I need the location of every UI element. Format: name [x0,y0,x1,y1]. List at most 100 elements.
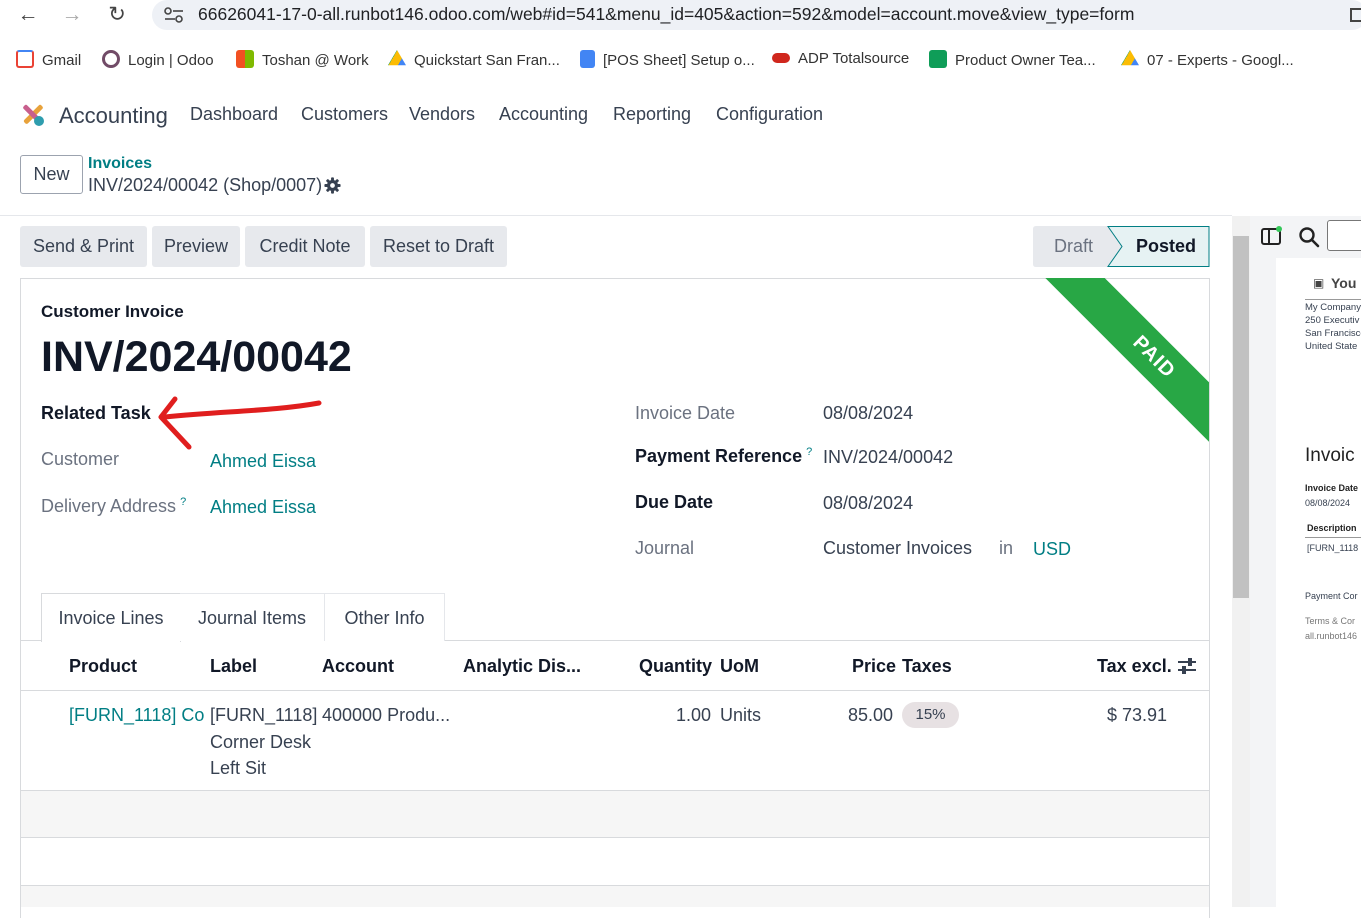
journal-field[interactable]: Customer Invoices [823,538,972,559]
tab-other-info[interactable]: Other Info [324,593,445,641]
status-posted-label: Posted [1136,236,1197,256]
preview-company-name: My Company [1305,302,1361,313]
bookmark-experts[interactable]: 07 - Experts - Googl... [1121,50,1294,69]
preview-domain: all.runbot146 [1305,631,1358,641]
delivery-address-field[interactable]: Ahmed Eissa [210,497,316,518]
gear-icon[interactable] [324,177,341,194]
back-icon[interactable]: ← [14,2,42,30]
column-uom[interactable]: UoM [720,656,759,677]
line-price[interactable]: 85.00 [848,705,893,726]
line-quantity[interactable]: 1.00 [676,705,711,726]
line-account[interactable]: 400000 Produ... [322,705,450,726]
column-tax-excl[interactable]: Tax excl. [1097,656,1172,677]
related-task-label: Related Task [41,403,151,423]
menu-accounting[interactable]: Accounting [499,104,588,125]
payment-reference-label: Payment Reference? [635,446,813,466]
preview-button[interactable]: Preview [152,226,240,267]
line-product[interactable]: [FURN_1118] Corı [69,705,204,726]
preview-logo-text: You [1331,275,1357,291]
empty-row [21,791,1209,837]
preview-date: 08/08/2024 [1305,498,1351,508]
bookmark-odoo-login[interactable]: Login | Odoo [102,50,214,69]
breadcrumb-invoices[interactable]: Invoices [88,155,152,173]
currency-field[interactable]: USD [1033,539,1071,560]
status-draft-label: Draft [1054,236,1094,256]
preview-company-city: San Francisco [1305,328,1361,339]
credit-note-button[interactable]: Credit Note [245,226,365,267]
menu-configuration[interactable]: Configuration [716,104,823,125]
paid-ribbon: PAID [1043,278,1209,468]
line-subtotal: $ 73.91 [1107,705,1168,725]
google-docs-icon [580,50,595,68]
url-text[interactable]: 66626041-17-0-all.runbot146.odoo.com/web… [198,4,1134,25]
line-label-3[interactable]: Left Sit [210,758,266,779]
customer-field[interactable]: Ahmed Eissa [210,451,316,472]
form-scrollbar-thumb[interactable] [1233,236,1249,598]
odoo-navbar: Accounting Dashboard Customers Vendors A… [0,92,1361,138]
bookmark-adp[interactable]: ADP Totalsource [772,50,909,67]
breadcrumb-current: INV/2024/00042 (Shop/0007) [88,175,323,195]
preview-payment: Payment Cor [1305,591,1358,601]
google-sheets-icon [929,50,947,68]
microsoft-icon [236,50,254,68]
menu-dashboard[interactable]: Dashboard [190,104,278,125]
bookmarks-bar: Gmail Login | Odoo Toshan @ Work Quickst… [0,44,1361,74]
address-bar[interactable]: 66626041-17-0-all.runbot146.odoo.com/web… [152,0,1361,30]
preview-page-input[interactable] [1327,220,1361,251]
send-print-button[interactable]: Send & Print [20,226,147,267]
due-date-field[interactable]: 08/08/2024 [823,493,913,514]
bookmark-product-owner[interactable]: Product Owner Tea... [929,50,1096,69]
bookmark-pos-sheet[interactable]: [POS Sheet] Setup o... [580,50,755,69]
column-account[interactable]: Account [322,656,394,677]
help-tooltip-icon[interactable]: ? [806,446,812,458]
customer-label: Customer [41,449,120,469]
reset-to-draft-button[interactable]: Reset to Draft [370,226,507,267]
journal-label: Journal [635,538,695,558]
preview-heading: Invoic [1305,445,1355,466]
line-label-2[interactable]: Corner Desk [210,732,311,753]
preview-company-country: United State [1305,341,1358,352]
new-button[interactable]: New [20,155,83,194]
gmail-icon [16,50,34,68]
browser-toolbar: ← → ↻ 66626041-17-0-all.runbot146.odoo.c… [0,0,1361,32]
camera-icon: ▣ [1313,276,1325,290]
tax-badge[interactable]: 15% [902,702,959,728]
bookmark-gmail[interactable]: Gmail [16,50,81,69]
column-analytic[interactable]: Analytic Dis... [463,656,581,677]
preview-page [1276,258,1361,907]
bookmark-toshan-work[interactable]: Toshan @ Work [236,50,369,69]
help-tooltip-icon[interactable]: ? [180,496,186,508]
optional-columns-icon[interactable] [1177,657,1197,675]
in-label: in [999,538,1014,558]
google-drive-icon [388,50,406,66]
delivery-address-label: Delivery Address? [41,496,187,516]
menu-customers[interactable]: Customers [301,104,388,125]
menu-vendors[interactable]: Vendors [409,104,475,125]
window-icon[interactable] [1350,8,1361,22]
app-name[interactable]: Accounting [59,103,168,129]
line-label-1[interactable]: [FURN_1118] [210,705,317,726]
line-uom[interactable]: Units [720,705,761,726]
menu-reporting[interactable]: Reporting [613,104,691,125]
invoice-date-field[interactable]: 08/08/2024 [823,403,913,424]
tab-invoice-lines[interactable]: Invoice Lines [41,593,181,642]
forward-icon[interactable]: → [58,2,86,30]
column-product[interactable]: Product [69,656,137,677]
column-label[interactable]: Label [210,656,257,677]
search-icon[interactable] [1298,226,1320,248]
reload-icon[interactable]: ↻ [103,2,131,30]
tab-journal-items[interactable]: Journal Items [180,593,325,641]
accounting-app-icon[interactable] [19,100,47,128]
column-price[interactable]: Price [852,656,896,677]
column-quantity[interactable]: Quantity [639,656,712,677]
bookmark-quickstart[interactable]: Quickstart San Fran... [388,50,560,69]
google-drive-icon [1121,50,1139,66]
control-panel-divider [0,215,1232,216]
paid-ribbon-clip: PAID [1009,278,1209,468]
toggle-sidebar-icon[interactable] [1261,226,1283,246]
payment-reference-field[interactable]: INV/2024/00042 [823,447,953,468]
invoice-date-label: Invoice Date [635,403,736,423]
column-taxes[interactable]: Taxes [902,656,952,677]
invoice-type-label: Customer Invoice [41,302,184,321]
site-settings-icon[interactable] [164,7,184,23]
